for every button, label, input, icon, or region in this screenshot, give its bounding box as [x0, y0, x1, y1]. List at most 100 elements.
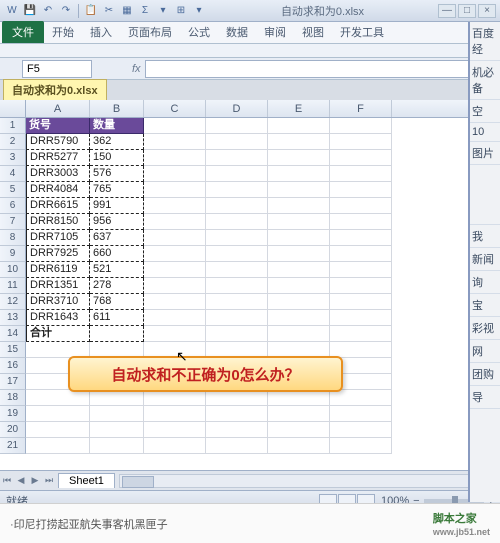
col-header[interactable]: D [206, 100, 268, 117]
cell[interactable]: DRR6119 [26, 262, 90, 278]
sheet-tab[interactable]: Sheet1 [58, 473, 115, 488]
chart-icon[interactable]: ▾ [155, 3, 171, 19]
redo-icon[interactable]: ↷ [58, 3, 74, 19]
cell[interactable]: DRR7925 [26, 246, 90, 262]
minimize-button[interactable]: — [438, 4, 456, 18]
cells-area[interactable]: 货号 数量 DRR5790362DRR5277150DRR3003576DRR4… [26, 118, 498, 454]
tab-formula[interactable]: 公式 [180, 21, 218, 43]
tab-insert[interactable]: 插入 [82, 21, 120, 43]
cell[interactable]: 611 [90, 310, 144, 326]
document-tabs: 自动求和为0.xlsx [0, 80, 500, 100]
col-header[interactable]: A [26, 100, 90, 117]
cell[interactable]: DRR7105 [26, 230, 90, 246]
row-header[interactable]: 1 [0, 118, 26, 134]
cell[interactable]: DRR3003 [26, 166, 90, 182]
news-headline[interactable]: ·印尼打捞起亚航失事客机黑匣子 [10, 516, 168, 532]
cell[interactable]: DRR1351 [26, 278, 90, 294]
cell[interactable]: DRR8150 [26, 214, 90, 230]
row-header[interactable]: 5 [0, 182, 26, 198]
cell[interactable]: 991 [90, 198, 144, 214]
fx-label[interactable]: fx [132, 63, 141, 75]
wps-icon[interactable]: W [4, 3, 20, 19]
cell[interactable]: DRR3710 [26, 294, 90, 310]
prev-sheet-button[interactable]: ◀ [14, 475, 28, 486]
page-footer: ·印尼打捞起亚航失事客机黑匣子 脚本之家www.jb51.net [0, 503, 500, 543]
cut-icon[interactable]: ✂ [101, 3, 117, 19]
cell-header[interactable]: 数量 [90, 118, 144, 134]
tab-view[interactable]: 视图 [294, 21, 332, 43]
name-box[interactable]: F5 [22, 60, 92, 78]
sum-icon[interactable]: Σ [137, 3, 153, 19]
cell[interactable]: DRR4084 [26, 182, 90, 198]
title-bar: W 💾 ↶ ↷ 📋 ✂ ▦ Σ ▾ ⊞ ▾ 自动求和为0.xlsx — □ × [0, 0, 500, 22]
col-header[interactable]: E [268, 100, 330, 117]
cell-total[interactable]: 合计 [26, 326, 90, 342]
row-header[interactable]: 19 [0, 406, 26, 422]
row-header[interactable]: 6 [0, 198, 26, 214]
table-icon[interactable]: ▦ [119, 3, 135, 19]
cell[interactable]: 637 [90, 230, 144, 246]
paste-icon[interactable]: 📋 [83, 3, 99, 19]
tab-home[interactable]: 开始 [44, 21, 82, 43]
cell[interactable]: DRR1643 [26, 310, 90, 326]
row-header[interactable]: 11 [0, 278, 26, 294]
row-header[interactable]: 21 [0, 438, 26, 454]
select-all-corner[interactable] [0, 100, 26, 117]
row-header[interactable]: 7 [0, 214, 26, 230]
cell[interactable]: DRR5277 [26, 150, 90, 166]
row-header[interactable]: 4 [0, 166, 26, 182]
filter-icon[interactable]: ▾ [191, 3, 207, 19]
row-header[interactable]: 15 [0, 342, 26, 358]
sort-icon[interactable]: ⊞ [173, 3, 189, 19]
window-title: 自动求和为0.xlsx [207, 3, 438, 19]
col-header[interactable]: F [330, 100, 392, 117]
horizontal-scrollbar[interactable] [119, 474, 496, 488]
tab-layout[interactable]: 页面布局 [120, 21, 180, 43]
undo-icon[interactable]: ↶ [40, 3, 56, 19]
cell[interactable]: 768 [90, 294, 144, 310]
spreadsheet-grid[interactable]: A B C D E F 1234567891011121314151617181… [0, 100, 500, 470]
row-header[interactable]: 10 [0, 262, 26, 278]
cell[interactable]: 956 [90, 214, 144, 230]
cell[interactable]: DRR5790 [26, 134, 90, 150]
row-header[interactable]: 9 [0, 246, 26, 262]
row-header[interactable]: 13 [0, 310, 26, 326]
tab-review[interactable]: 审阅 [256, 21, 294, 43]
document-tab[interactable]: 自动求和为0.xlsx [3, 79, 107, 100]
file-tab[interactable]: 文件 [2, 21, 44, 43]
row-header[interactable]: 2 [0, 134, 26, 150]
cell[interactable]: 660 [90, 246, 144, 262]
col-header[interactable]: B [90, 100, 144, 117]
cell[interactable] [90, 326, 144, 342]
cell[interactable]: 362 [90, 134, 144, 150]
row-header[interactable]: 14 [0, 326, 26, 342]
row-header[interactable]: 17 [0, 374, 26, 390]
formula-bar[interactable] [145, 60, 496, 78]
cell[interactable]: DRR6615 [26, 198, 90, 214]
ribbon-body [0, 44, 500, 58]
cell[interactable]: 150 [90, 150, 144, 166]
col-header[interactable]: C [144, 100, 206, 117]
row-header[interactable]: 18 [0, 390, 26, 406]
next-sheet-button[interactable]: ▶ [28, 475, 42, 486]
row-header[interactable]: 12 [0, 294, 26, 310]
close-button[interactable]: × [478, 4, 496, 18]
quick-access-toolbar: W 💾 ↶ ↷ 📋 ✂ ▦ Σ ▾ ⊞ ▾ [4, 3, 207, 19]
last-sheet-button[interactable]: ⏭ [42, 475, 56, 486]
formula-bar-row: F5 fx [0, 58, 500, 80]
tab-dev[interactable]: 开发工具 [332, 21, 392, 43]
save-icon[interactable]: 💾 [22, 3, 38, 19]
row-header[interactable]: 16 [0, 358, 26, 374]
cell[interactable]: 765 [90, 182, 144, 198]
maximize-button[interactable]: □ [458, 4, 476, 18]
first-sheet-button[interactable]: ⏮ [0, 475, 14, 486]
row-header[interactable]: 3 [0, 150, 26, 166]
cell-header[interactable]: 货号 [26, 118, 90, 134]
tab-data[interactable]: 数据 [218, 21, 256, 43]
cell[interactable]: 521 [90, 262, 144, 278]
site-name[interactable]: 脚本之家 [433, 513, 477, 525]
row-header[interactable]: 8 [0, 230, 26, 246]
row-header[interactable]: 20 [0, 422, 26, 438]
cell[interactable]: 278 [90, 278, 144, 294]
cell[interactable]: 576 [90, 166, 144, 182]
